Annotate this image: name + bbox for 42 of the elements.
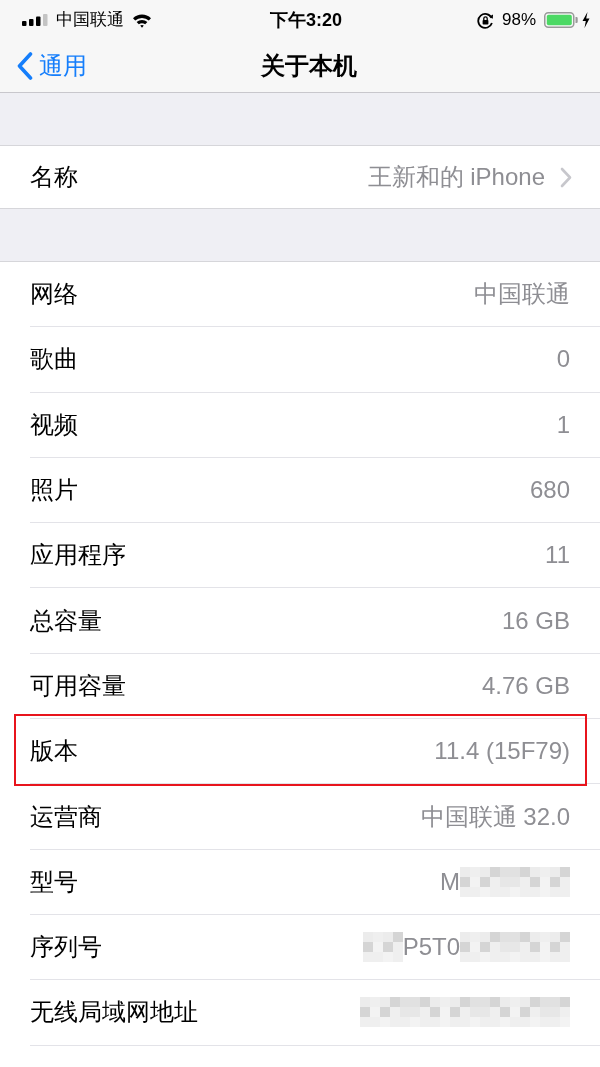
clock-time: 下午3:20 — [270, 8, 342, 32]
row-value: 中国联通 — [474, 279, 570, 310]
row-label: 网络 — [30, 279, 78, 310]
wifi-icon — [132, 12, 152, 28]
charging-bolt-icon — [582, 12, 590, 28]
row-value: 王新和的 iPhone — [367, 162, 545, 192]
row-label: 型号 — [30, 866, 78, 897]
pixel-mosaic-icon — [360, 997, 570, 1028]
row-value: 4.76 GB — [481, 670, 570, 701]
chevron-icon — [560, 166, 572, 188]
pixel-mosaic-icon — [362, 932, 403, 963]
row-value: 中国联通 32.0 — [420, 801, 570, 832]
signal-icon — [22, 14, 48, 26]
row-label: 应用程序 — [30, 540, 126, 571]
row-label: 无线局域网地址 — [30, 997, 198, 1028]
battery-icon — [544, 12, 578, 28]
pixel-mosaic-icon — [460, 932, 570, 963]
row-label: 运营商 — [30, 801, 102, 832]
row-label: 版本 — [30, 736, 78, 767]
row-value: 1 — [556, 409, 570, 440]
row-label: 名称 — [30, 162, 78, 192]
back-button[interactable]: 通用 — [17, 48, 87, 84]
row-value: 11 — [545, 540, 570, 571]
row-value: 11.4 (15F79) — [434, 736, 570, 767]
battery-percent: 98% — [501, 9, 536, 32]
row-value: P5T0 — [402, 932, 460, 963]
row-label: 照片 — [30, 475, 78, 506]
row-label: 序列号 — [30, 932, 102, 963]
pixel-mosaic-icon — [460, 866, 570, 897]
rotation-lock-icon — [476, 11, 494, 29]
row-label: 可用容量 — [30, 670, 126, 701]
back-chevron-icon[interactable] — [17, 52, 33, 80]
row-label: 歌曲 — [30, 344, 78, 375]
row-value: 0 — [556, 344, 570, 375]
row-value: 16 GB — [501, 605, 570, 636]
row-value: 680 — [529, 475, 570, 506]
page-title: 关于本机 — [260, 51, 357, 81]
carrier-name: 中国联通 — [56, 9, 124, 32]
row-value: M — [440, 866, 460, 897]
row-label: 总容量 — [30, 605, 102, 636]
row-label: 视频 — [30, 409, 78, 440]
name-row[interactable]: 名称 王新和的 iPhone — [30, 146, 600, 208]
